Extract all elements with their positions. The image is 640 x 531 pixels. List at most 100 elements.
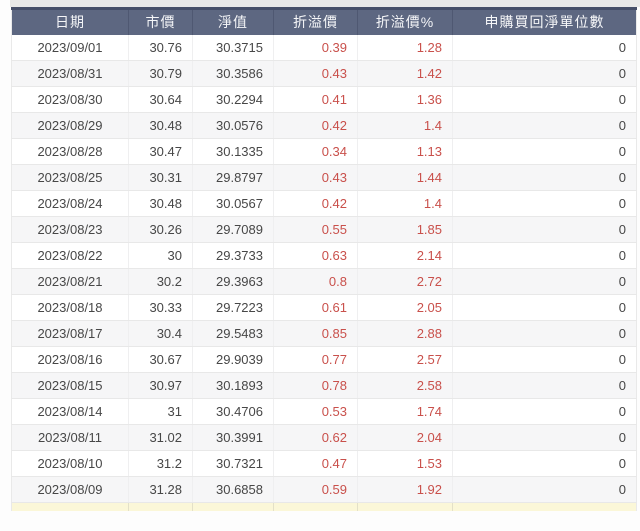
cell-date: 2023/08/17 <box>12 321 129 347</box>
cell-premium-pct: 1.36 <box>358 87 453 113</box>
table-row: 2023/08/2130.229.39630.82.720 <box>12 269 637 295</box>
cell-date: 2023/08/30 <box>12 87 129 113</box>
cell-date: 2023/08/23 <box>12 217 129 243</box>
cell-premium: 0.63 <box>274 243 358 269</box>
cell-nav: 29.3733 <box>193 243 274 269</box>
cell-premium-pct: 1.85 <box>358 217 453 243</box>
cell-premium: 0.47 <box>274 451 358 477</box>
cell-net-units: 0 <box>453 35 637 61</box>
cell-net-units: 0 <box>453 243 637 269</box>
cell-market-price: 31.2 <box>129 451 193 477</box>
cell-premium-pct: 2.05 <box>358 295 453 321</box>
cell-date: 2023/08/10 <box>12 451 129 477</box>
cell-premium-pct: 1.92 <box>358 477 453 503</box>
partial-cell-premium <box>274 503 358 511</box>
cell-nav: 30.0567 <box>193 191 274 217</box>
cell-net-units: 0 <box>453 139 637 165</box>
cell-net-units: 0 <box>453 191 637 217</box>
cell-date: 2023/08/25 <box>12 165 129 191</box>
cell-nav: 29.7223 <box>193 295 274 321</box>
table-header-row: 日期市價淨值折溢價折溢價%申購買回淨單位數 <box>12 9 637 35</box>
cell-market-price: 30.2 <box>129 269 193 295</box>
cell-nav: 30.1335 <box>193 139 274 165</box>
partial-cell-net-units <box>453 503 637 511</box>
column-header-market-price: 市價 <box>129 9 193 35</box>
cell-market-price: 31.28 <box>129 477 193 503</box>
cell-premium: 0.62 <box>274 425 358 451</box>
cell-premium-pct: 1.28 <box>358 35 453 61</box>
cell-nav: 30.3586 <box>193 61 274 87</box>
cell-premium: 0.34 <box>274 139 358 165</box>
table-row: 2023/08/1630.6729.90390.772.570 <box>12 347 637 373</box>
cell-premium: 0.59 <box>274 477 358 503</box>
table-row: 2023/08/2330.2629.70890.551.850 <box>12 217 637 243</box>
cell-net-units: 0 <box>453 269 637 295</box>
cell-market-price: 30.76 <box>129 35 193 61</box>
cell-net-units: 0 <box>453 321 637 347</box>
cell-premium: 0.42 <box>274 113 358 139</box>
cell-nav: 29.8797 <box>193 165 274 191</box>
table-row: 2023/08/1031.230.73210.471.530 <box>12 451 637 477</box>
cell-date: 2023/08/14 <box>12 399 129 425</box>
cell-net-units: 0 <box>453 451 637 477</box>
cell-market-price: 30.64 <box>129 87 193 113</box>
cell-nav: 30.6858 <box>193 477 274 503</box>
cell-date: 2023/08/31 <box>12 61 129 87</box>
cell-market-price: 30.31 <box>129 165 193 191</box>
cell-nav: 29.5483 <box>193 321 274 347</box>
cell-nav: 29.3963 <box>193 269 274 295</box>
table-row: 2023/08/0931.2830.68580.591.920 <box>12 477 637 503</box>
column-header-premium-pct: 折溢價% <box>358 9 453 35</box>
cell-nav: 29.9039 <box>193 347 274 373</box>
cell-net-units: 0 <box>453 373 637 399</box>
cell-premium: 0.55 <box>274 217 358 243</box>
column-header-premium: 折溢價 <box>274 9 358 35</box>
cell-date: 2023/08/11 <box>12 425 129 451</box>
column-header-date: 日期 <box>12 9 129 35</box>
partial-next-row <box>12 503 637 511</box>
table-row: 2023/08/1131.0230.39910.622.040 <box>12 425 637 451</box>
cell-premium-pct: 1.42 <box>358 61 453 87</box>
cell-date: 2023/08/28 <box>12 139 129 165</box>
cell-market-price: 30.97 <box>129 373 193 399</box>
partial-cell-nav <box>193 503 274 511</box>
cell-net-units: 0 <box>453 113 637 139</box>
cell-net-units: 0 <box>453 87 637 113</box>
cell-date: 2023/08/21 <box>12 269 129 295</box>
cell-premium: 0.78 <box>274 373 358 399</box>
table-row: 2023/08/1730.429.54830.852.880 <box>12 321 637 347</box>
cell-premium: 0.43 <box>274 165 358 191</box>
cell-date: 2023/08/18 <box>12 295 129 321</box>
cell-premium: 0.43 <box>274 61 358 87</box>
cell-market-price: 30.33 <box>129 295 193 321</box>
cell-nav: 30.0576 <box>193 113 274 139</box>
table-row: 2023/08/3130.7930.35860.431.420 <box>12 61 637 87</box>
cell-premium: 0.8 <box>274 269 358 295</box>
table-row: 2023/08/3030.6430.22940.411.360 <box>12 87 637 113</box>
table-row: 2023/08/2430.4830.05670.421.40 <box>12 191 637 217</box>
cell-date: 2023/08/15 <box>12 373 129 399</box>
cell-nav: 30.7321 <box>193 451 274 477</box>
cell-market-price: 30.79 <box>129 61 193 87</box>
cell-net-units: 0 <box>453 477 637 503</box>
cell-premium: 0.39 <box>274 35 358 61</box>
cell-premium-pct: 2.04 <box>358 425 453 451</box>
cell-net-units: 0 <box>453 347 637 373</box>
partial-cell-market-price <box>129 503 193 511</box>
premium-discount-table: 日期市價淨值折溢價折溢價%申購買回淨單位數 2023/09/0130.7630.… <box>11 7 637 511</box>
column-header-net-units: 申購買回淨單位數 <box>453 9 637 35</box>
cell-nav: 30.1893 <box>193 373 274 399</box>
cell-date: 2023/08/16 <box>12 347 129 373</box>
cell-market-price: 30.48 <box>129 191 193 217</box>
cell-premium-pct: 1.4 <box>358 113 453 139</box>
cell-nav: 30.3715 <box>193 35 274 61</box>
cell-market-price: 30 <box>129 243 193 269</box>
column-header-nav: 淨值 <box>193 9 274 35</box>
cell-net-units: 0 <box>453 399 637 425</box>
cell-premium: 0.77 <box>274 347 358 373</box>
cell-net-units: 0 <box>453 217 637 243</box>
cell-net-units: 0 <box>453 295 637 321</box>
cell-date: 2023/08/24 <box>12 191 129 217</box>
table-row: 2023/08/2530.3129.87970.431.440 <box>12 165 637 191</box>
cell-market-price: 30.67 <box>129 347 193 373</box>
